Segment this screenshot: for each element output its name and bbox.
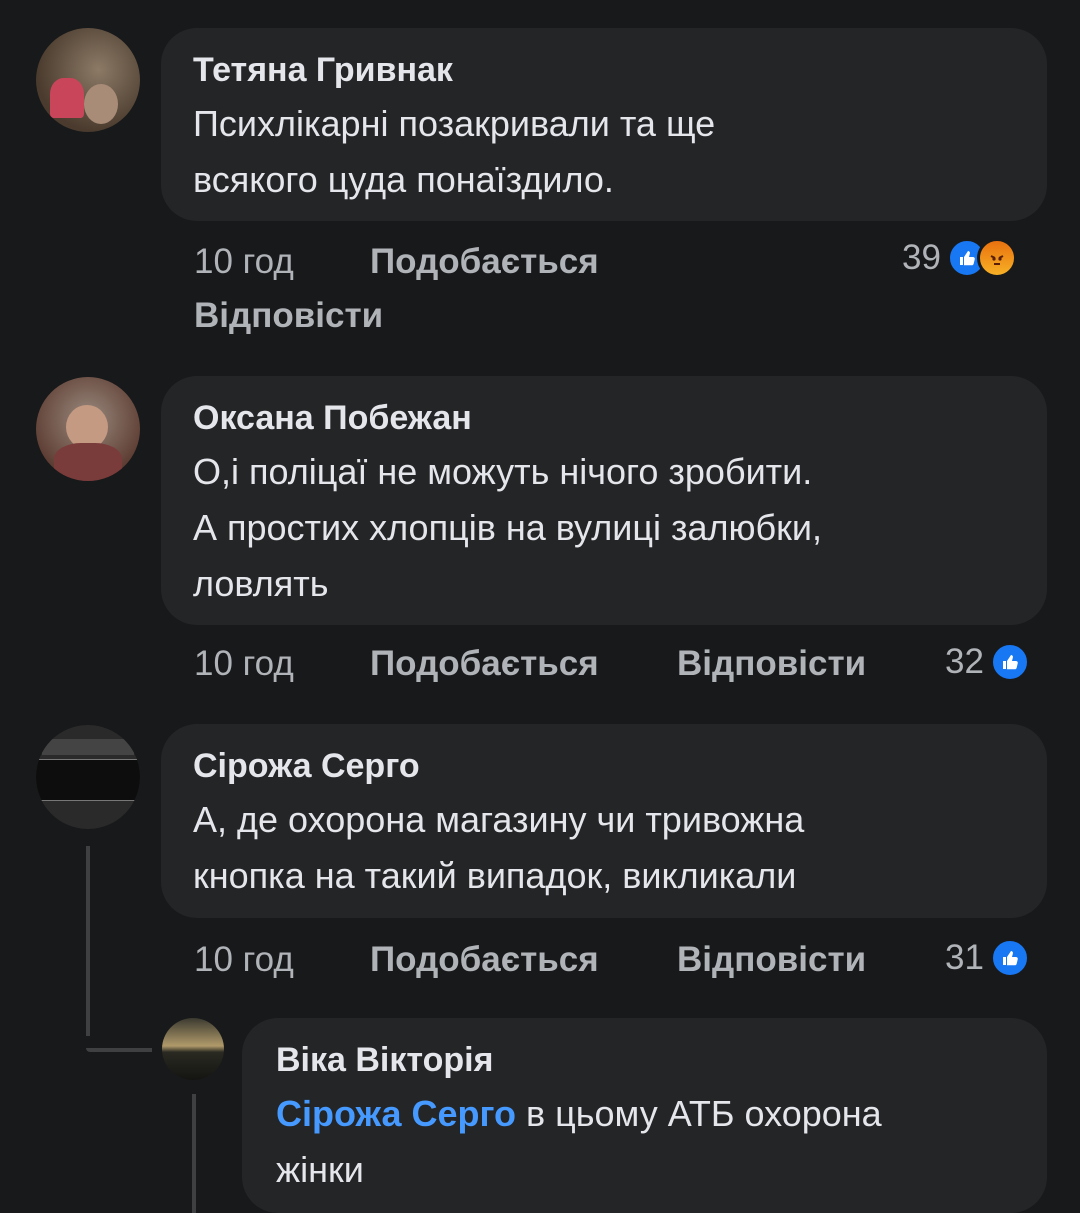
comment-actions: 10 год Подобається Відповісти <box>194 938 1054 982</box>
comment-author[interactable]: Оксана Побежан <box>193 398 1015 438</box>
comment-time[interactable]: 10 год <box>194 642 294 686</box>
reaction-count: 31 <box>945 938 984 977</box>
reaction-count: 32 <box>945 642 984 681</box>
reaction-summary[interactable]: 32 <box>945 642 1030 682</box>
like-button[interactable]: Подобається <box>370 240 599 284</box>
thread-line <box>86 846 90 1036</box>
avatar[interactable] <box>36 28 140 132</box>
comment-bubble: Тетяна Гривнак Психлікарні позакривали т… <box>161 28 1047 221</box>
comment-text-line: ловлять <box>193 563 329 604</box>
reply-button[interactable]: Відповісти <box>194 294 383 338</box>
like-button[interactable]: Подобається <box>370 938 599 982</box>
comment-text-line: кнопка на такий випадок, викликали <box>193 855 797 896</box>
comment-author[interactable]: Тетяна Гривнак <box>193 50 1015 90</box>
avatar-figure <box>50 78 84 118</box>
mention-link[interactable]: Сірожа Серго <box>276 1093 516 1134</box>
avatar[interactable] <box>162 1018 224 1080</box>
comment-text-line: всякого цуда понаїздило. <box>193 159 614 200</box>
reply-button[interactable]: Відповісти <box>677 938 866 982</box>
reply-text: Сірожа Серго в цьому АТБ охорона жінки <box>276 1086 1013 1198</box>
avatar-figure <box>54 443 122 481</box>
reply-text-line: Сірожа Серго в цьому АТБ охорона <box>276 1086 1013 1142</box>
comment-text: О,і поліцаї не можуть нічого зробити. А … <box>193 444 1015 612</box>
reply-bubble: Віка Вікторія Сірожа Серго в цьому АТБ о… <box>242 1018 1047 1213</box>
reaction-summary[interactable]: 39 <box>902 238 1017 278</box>
avatar-figure <box>42 739 134 755</box>
comment-bubble: Оксана Побежан О,і поліцаї не можуть ніч… <box>161 376 1047 625</box>
like-button[interactable]: Подобається <box>370 642 599 686</box>
comment-text-line: Психлікарні позакривали та ще <box>193 103 716 144</box>
like-icon <box>989 642 1030 682</box>
comment-author[interactable]: Сірожа Серго <box>193 746 1015 786</box>
avatar[interactable] <box>36 725 140 829</box>
comment-bubble: Сірожа Серго А, де охорона магазину чи т… <box>161 724 1047 918</box>
comment-actions: 10 год Подобається Відповісти <box>194 642 1054 686</box>
reaction-count: 39 <box>902 238 941 277</box>
thread-line <box>86 1048 152 1052</box>
like-icon <box>989 938 1030 978</box>
reply-author[interactable]: Віка Вікторія <box>276 1040 1013 1080</box>
comment-time[interactable]: 10 год <box>194 938 294 982</box>
avatar-banner <box>36 759 140 801</box>
reply-text-segment: в цьому АТБ охорона <box>516 1093 882 1134</box>
reaction-summary[interactable]: 31 <box>945 938 1030 978</box>
comment-text: А, де охорона магазину чи тривожна кнопк… <box>193 792 1015 904</box>
reply-button[interactable]: Відповісти <box>677 642 866 686</box>
comment-time[interactable]: 10 год <box>194 240 294 284</box>
thread-line <box>192 1094 196 1213</box>
comment-text-line: О,і поліцаї не можуть нічого зробити. <box>193 451 813 492</box>
angry-icon <box>976 238 1017 278</box>
avatar-figure <box>84 84 118 124</box>
avatar[interactable] <box>36 377 140 481</box>
comment-text-line: А простих хлопців на вулиці залюбки, <box>193 507 823 548</box>
comment-text: Психлікарні позакривали та ще всякого цу… <box>193 96 1015 208</box>
reply-text-line: жінки <box>276 1149 364 1190</box>
comment-text-line: А, де охорона магазину чи тривожна <box>193 799 805 840</box>
